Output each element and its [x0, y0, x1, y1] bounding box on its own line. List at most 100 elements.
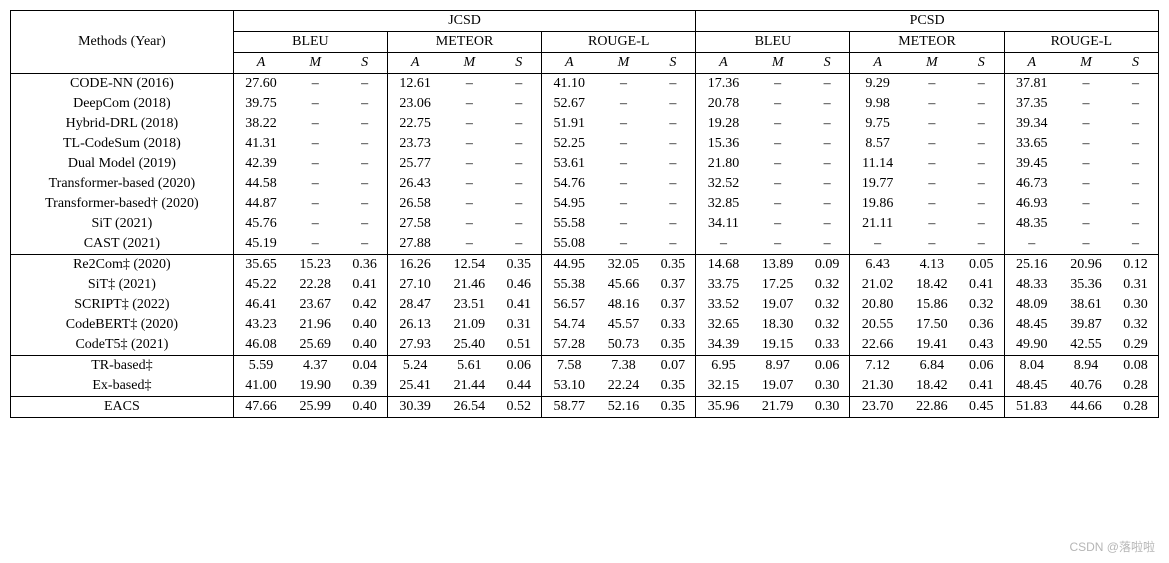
value-cell: 0.51: [496, 335, 541, 356]
value-cell: 0.30: [805, 376, 850, 397]
metric-bleu: BLEU: [233, 32, 387, 53]
value-cell: –: [696, 234, 751, 255]
value-cell: 34.11: [696, 214, 751, 234]
value-cell: 23.67: [288, 295, 342, 315]
value-cell: –: [1059, 214, 1113, 234]
method-cell: EACS: [11, 397, 234, 418]
value-cell: –: [805, 94, 850, 114]
value-cell: –: [805, 214, 850, 234]
value-cell: –: [1113, 134, 1158, 154]
value-cell: 32.65: [696, 315, 751, 335]
value-cell: 0.31: [496, 315, 541, 335]
value-cell: –: [751, 154, 805, 174]
value-cell: 50.73: [596, 335, 650, 356]
subcol: S: [1113, 53, 1158, 74]
value-cell: 25.41: [387, 376, 442, 397]
value-cell: 0.32: [805, 275, 850, 295]
value-cell: –: [342, 94, 387, 114]
value-cell: 38.61: [1059, 295, 1113, 315]
value-cell: –: [651, 214, 696, 234]
value-cell: 46.73: [1004, 174, 1059, 194]
table-row: DeepCom (2018)39.75––23.06––52.67––20.78…: [11, 94, 1159, 114]
table-row: SCRIPT‡ (2022)46.4123.670.4228.4723.510.…: [11, 295, 1159, 315]
value-cell: –: [288, 154, 342, 174]
value-cell: –: [959, 94, 1004, 114]
value-cell: 27.58: [387, 214, 442, 234]
value-cell: 46.41: [233, 295, 288, 315]
value-cell: –: [596, 154, 650, 174]
value-cell: 51.91: [542, 114, 597, 134]
method-cell: SiT (2021): [11, 214, 234, 234]
value-cell: 55.58: [542, 214, 597, 234]
value-cell: 0.33: [805, 335, 850, 356]
value-cell: 45.76: [233, 214, 288, 234]
value-cell: 35.65: [233, 255, 288, 276]
value-cell: 38.22: [233, 114, 288, 134]
value-cell: 49.90: [1004, 335, 1059, 356]
value-cell: 0.40: [342, 315, 387, 335]
value-cell: 53.10: [542, 376, 597, 397]
value-cell: –: [442, 154, 496, 174]
value-cell: –: [342, 74, 387, 95]
value-cell: 0.29: [1113, 335, 1158, 356]
value-cell: 0.12: [1113, 255, 1158, 276]
value-cell: –: [496, 94, 541, 114]
value-cell: –: [651, 114, 696, 134]
value-cell: 32.15: [696, 376, 751, 397]
method-cell: Transformer-based† (2020): [11, 194, 234, 214]
value-cell: –: [1113, 174, 1158, 194]
value-cell: –: [1113, 94, 1158, 114]
value-cell: 0.35: [651, 335, 696, 356]
value-cell: –: [905, 134, 959, 154]
value-cell: –: [805, 174, 850, 194]
value-cell: –: [751, 214, 805, 234]
value-cell: 42.39: [233, 154, 288, 174]
value-cell: 23.73: [387, 134, 442, 154]
value-cell: –: [959, 234, 1004, 255]
value-cell: 39.87: [1059, 315, 1113, 335]
value-cell: 52.25: [542, 134, 597, 154]
value-cell: 12.61: [387, 74, 442, 95]
value-cell: 6.43: [850, 255, 905, 276]
metric-meteor: METEOR: [387, 32, 541, 53]
value-cell: 37.81: [1004, 74, 1059, 95]
dataset-jcsd: JCSD: [233, 11, 695, 32]
table-row: Ex-based‡41.0019.900.3925.4121.440.4453.…: [11, 376, 1159, 397]
method-cell: Dual Model (2019): [11, 154, 234, 174]
value-cell: 0.46: [496, 275, 541, 295]
value-cell: 45.22: [233, 275, 288, 295]
value-cell: –: [1059, 114, 1113, 134]
table-header: Methods (Year) JCSD PCSD BLEU METEOR ROU…: [11, 11, 1159, 74]
value-cell: –: [1113, 74, 1158, 95]
value-cell: 43.23: [233, 315, 288, 335]
value-cell: 48.16: [596, 295, 650, 315]
value-cell: 9.29: [850, 74, 905, 95]
value-cell: 0.04: [342, 356, 387, 377]
value-cell: –: [751, 234, 805, 255]
value-cell: 15.86: [905, 295, 959, 315]
value-cell: 19.86: [850, 194, 905, 214]
value-cell: –: [959, 114, 1004, 134]
value-cell: –: [959, 134, 1004, 154]
value-cell: 0.40: [342, 397, 387, 418]
value-cell: 0.36: [959, 315, 1004, 335]
value-cell: 0.35: [651, 397, 696, 418]
value-cell: 48.45: [1004, 376, 1059, 397]
value-cell: 21.46: [442, 275, 496, 295]
value-cell: 48.45: [1004, 315, 1059, 335]
value-cell: 4.13: [905, 255, 959, 276]
value-cell: 26.54: [442, 397, 496, 418]
table-row: CodeT5‡ (2021)46.0825.690.4027.9325.400.…: [11, 335, 1159, 356]
value-cell: 0.37: [651, 275, 696, 295]
value-cell: –: [905, 114, 959, 134]
value-cell: 0.06: [805, 356, 850, 377]
value-cell: 41.10: [542, 74, 597, 95]
value-cell: 17.36: [696, 74, 751, 95]
value-cell: 0.32: [805, 315, 850, 335]
value-cell: –: [905, 94, 959, 114]
value-cell: –: [342, 114, 387, 134]
value-cell: 7.38: [596, 356, 650, 377]
value-cell: 7.12: [850, 356, 905, 377]
value-cell: 52.67: [542, 94, 597, 114]
value-cell: –: [651, 194, 696, 214]
